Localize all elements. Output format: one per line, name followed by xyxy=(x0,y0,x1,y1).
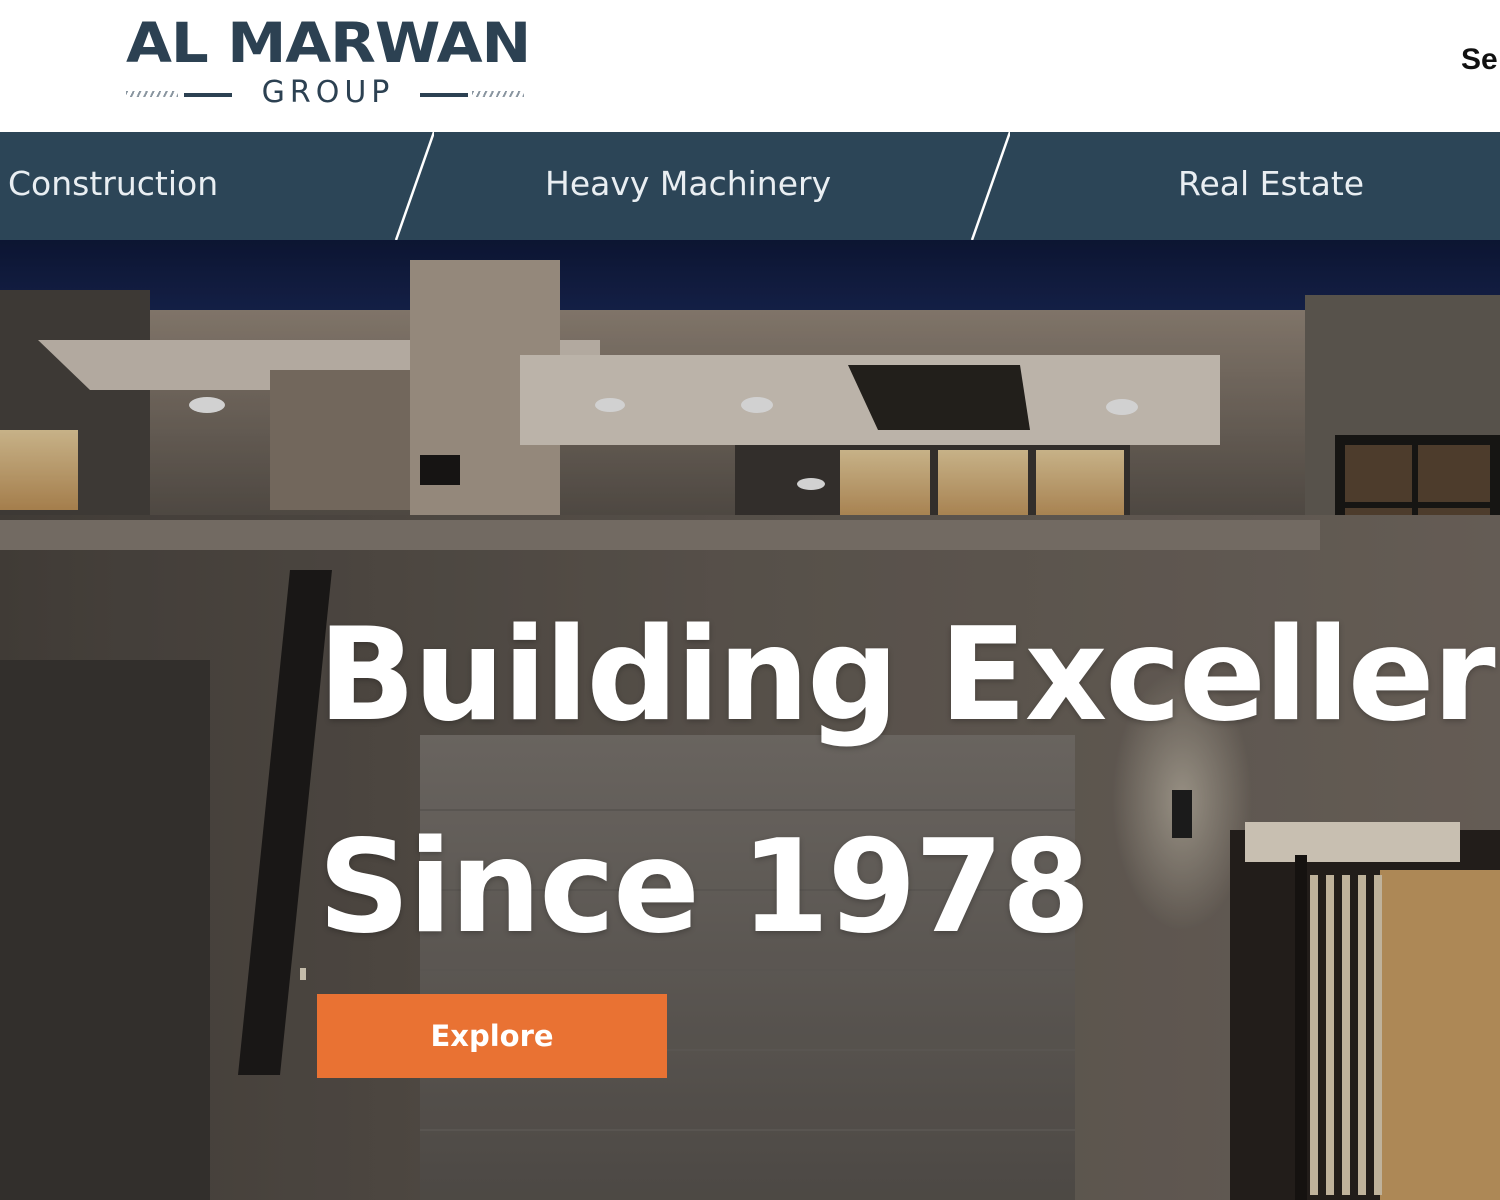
hero-headline-line-1: Building Exceller xyxy=(318,601,1496,750)
nav-item-heavy-machinery[interactable]: Heavy Machinery xyxy=(545,132,831,240)
logo-wordmark: AL MARWAN xyxy=(126,11,531,75)
nav-divider xyxy=(394,132,434,240)
nav-item-construction[interactable]: Construction xyxy=(8,132,218,240)
logo-rule-right xyxy=(420,93,468,97)
explore-button[interactable]: Explore xyxy=(317,994,667,1078)
hero-headline: Building Exceller Since 1978 xyxy=(318,570,1496,994)
logo-rule-left xyxy=(184,93,232,97)
nav-item-real-estate[interactable]: Real Estate xyxy=(1178,132,1364,240)
nav-divider xyxy=(970,132,1010,240)
category-nav: Construction Heavy Machinery Real Estate xyxy=(0,132,1500,240)
hero-headline-line-2: Since 1978 xyxy=(318,813,1091,962)
hero-banner: Building Exceller Since 1978 Explore xyxy=(0,240,1500,1200)
logo-subline: GROUP xyxy=(126,76,526,112)
logo-subtitle: GROUP xyxy=(261,75,395,110)
logo-hatch-left xyxy=(126,91,178,97)
header-search-link[interactable]: Se xyxy=(1461,40,1498,80)
company-logo[interactable]: AL MARWAN GROUP xyxy=(126,14,531,114)
logo-hatch-right xyxy=(472,91,524,97)
site-header: AL MARWAN GROUP Se xyxy=(0,0,1500,132)
